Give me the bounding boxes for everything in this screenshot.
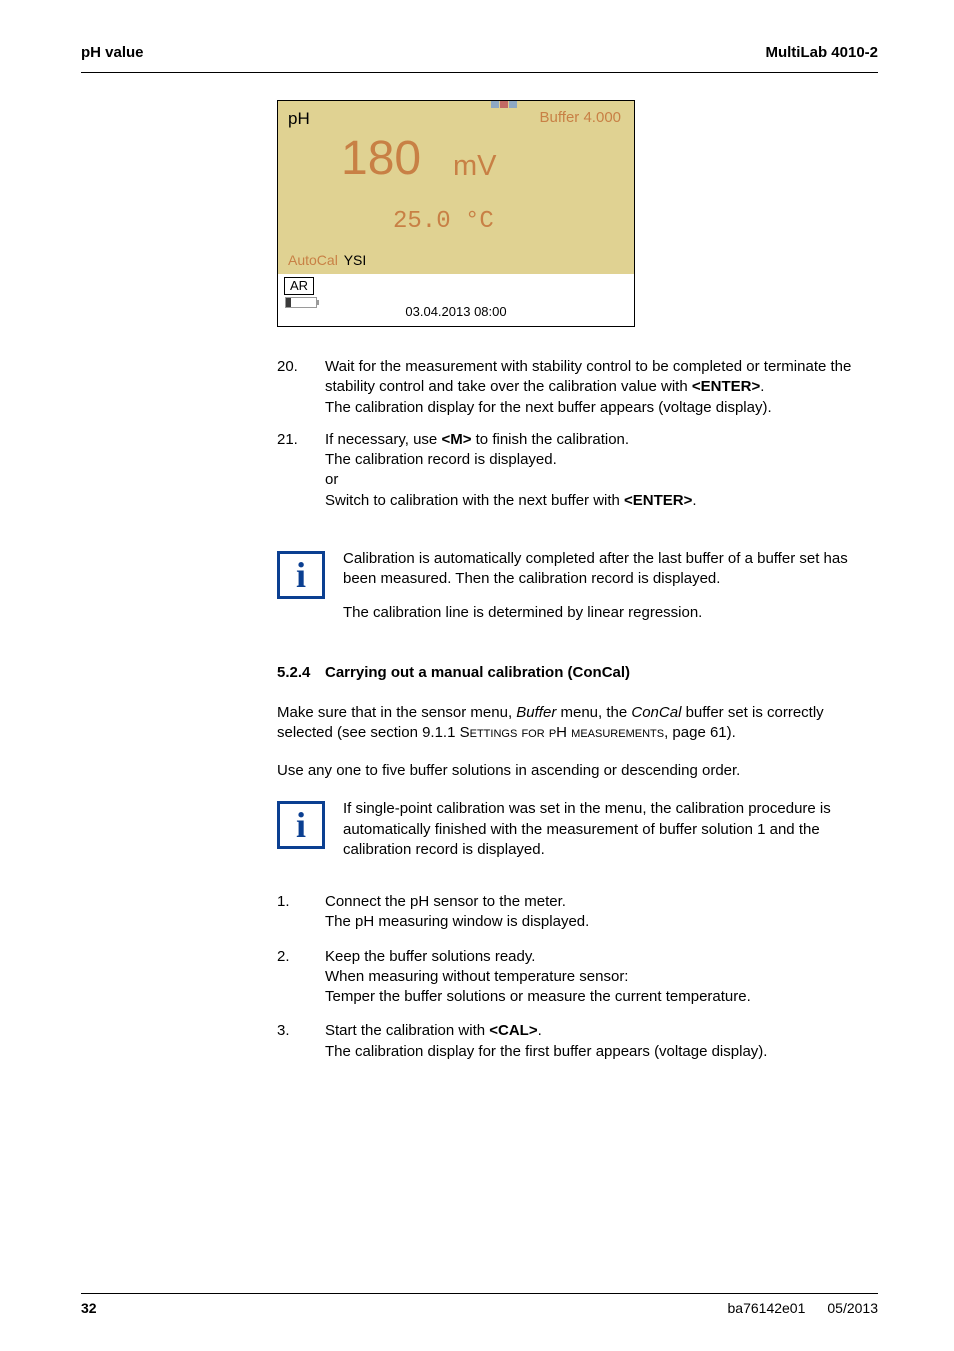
info-para: The calibration line is determined by li…: [343, 603, 878, 623]
info-note-2: i If single-point calibration was set in…: [277, 799, 878, 860]
para-text: Make sure that in the sensor menu,: [277, 704, 516, 721]
list-item-2: 2. Keep the buffer solutions ready. When…: [277, 947, 878, 1008]
step-text: Switch to calibration with the next buff…: [325, 492, 624, 509]
item-text: The calibration display for the first bu…: [325, 1043, 767, 1060]
info-para: If single-point calibration was set in t…: [343, 799, 878, 860]
item-text: When measuring without temperature senso…: [325, 968, 628, 985]
item-body: Start the calibration with <CAL>. The ca…: [325, 1021, 878, 1062]
temperature-value: 25.0 °C: [393, 208, 494, 235]
item-text: Temper the buffer solutions or measure t…: [325, 988, 751, 1005]
step-text: The calibration record is displayed.: [325, 451, 557, 468]
numbered-list: 1. Connect the pH sensor to the meter. T…: [277, 892, 878, 1062]
autocal-label: AutoCal YSI: [288, 252, 366, 268]
section-number: 5.2.4: [277, 664, 325, 681]
section-title: Carrying out a manual calibration (ConCa…: [325, 664, 630, 681]
footer-right: ba76142e01 05/2013: [706, 1300, 878, 1316]
page-header: pH value MultiLab 4010-2: [81, 44, 878, 61]
step-text: If necessary, use: [325, 431, 441, 448]
doc-id: ba76142e01: [728, 1300, 806, 1316]
page-number: 32: [81, 1300, 97, 1316]
item-number: 3.: [277, 1021, 325, 1062]
step-number: 21.: [277, 430, 325, 511]
intro-para-1: Make sure that in the sensor menu, Buffe…: [277, 703, 878, 744]
ysi-text: YSI: [344, 252, 367, 268]
usb-icon-block: [509, 101, 517, 108]
step-text: The calibration display for the next buf…: [325, 399, 772, 416]
step-21: 21. If necessary, use <M> to finish the …: [277, 430, 878, 511]
step-text: to finish the calibration.: [471, 431, 629, 448]
item-text: .: [538, 1022, 542, 1039]
autocal-text: AutoCal: [288, 252, 338, 268]
step-number: 20.: [277, 357, 325, 418]
header-rule: [81, 72, 878, 73]
usb-icon-block: [500, 101, 508, 108]
list-item-3: 3. Start the calibration with <CAL>. The…: [277, 1021, 878, 1062]
step-text: .: [692, 492, 696, 509]
info-note-1: i Calibration is automatically completed…: [277, 549, 878, 624]
item-number: 2.: [277, 947, 325, 1008]
usb-icon-block: [491, 101, 499, 108]
info-text: Calibration is automatically completed a…: [343, 549, 878, 624]
reading-unit: mV: [453, 150, 497, 183]
small-caps-ref: Settings for pH measurements: [460, 724, 664, 741]
info-text: If single-point calibration was set in t…: [343, 799, 878, 860]
item-text: Start the calibration with: [325, 1022, 489, 1039]
item-body: Keep the buffer solutions ready. When me…: [325, 947, 878, 1008]
italic-concal: ConCal: [631, 704, 681, 721]
step-text: or: [325, 471, 338, 488]
para-text: menu, the: [556, 704, 631, 721]
step-text: Wait for the measurement with stability …: [325, 358, 851, 395]
page-footer: 32 ba76142e01 05/2013: [81, 1300, 878, 1316]
content-area: pH Buffer 4.000 180 mV 25.0 °C AutoCal Y…: [277, 100, 878, 1062]
info-para: Calibration is automatically completed a…: [343, 549, 878, 590]
buffer-label: Buffer 4.000: [540, 109, 621, 126]
info-i-glyph: i: [296, 807, 306, 843]
info-i-glyph: i: [296, 557, 306, 593]
header-left: pH value: [81, 44, 144, 61]
item-text: Keep the buffer solutions ready.: [325, 948, 535, 965]
info-icon: i: [277, 801, 325, 849]
ph-label: pH: [288, 109, 310, 129]
key-enter: <ENTER>: [692, 378, 760, 395]
list-item-1: 1. Connect the pH sensor to the meter. T…: [277, 892, 878, 933]
ar-indicator: AR: [284, 277, 314, 295]
key-m: <M>: [441, 431, 471, 448]
italic-buffer: Buffer: [516, 704, 556, 721]
reading-value: 180: [341, 131, 421, 186]
item-number: 1.: [277, 892, 325, 933]
step-20: 20. Wait for the measurement with stabil…: [277, 357, 878, 418]
footer-rule: [81, 1293, 878, 1294]
key-enter: <ENTER>: [624, 492, 692, 509]
device-screen-bottom: AR 03.04.2013 08:00: [278, 274, 634, 326]
item-text: The pH measuring window is displayed.: [325, 913, 589, 930]
usb-icon: [491, 101, 517, 108]
info-icon: i: [277, 551, 325, 599]
item-body: Connect the pH sensor to the meter. The …: [325, 892, 878, 933]
section-heading: 5.2.4 Carrying out a manual calibration …: [277, 664, 878, 681]
step-body: If necessary, use <M> to finish the cali…: [325, 430, 878, 511]
step-body: Wait for the measurement with stability …: [325, 357, 878, 418]
para-text: , page 61).: [664, 724, 736, 741]
device-screen-top: pH Buffer 4.000 180 mV 25.0 °C AutoCal Y…: [278, 101, 634, 274]
screen-timestamp: 03.04.2013 08:00: [278, 304, 634, 319]
header-right: MultiLab 4010-2: [765, 44, 878, 61]
device-screenshot: pH Buffer 4.000 180 mV 25.0 °C AutoCal Y…: [277, 100, 635, 327]
doc-date: 05/2013: [827, 1300, 878, 1316]
item-text: Connect the pH sensor to the meter.: [325, 893, 566, 910]
intro-para-2: Use any one to five buffer solutions in …: [277, 761, 878, 781]
step-text: .: [760, 378, 764, 395]
key-cal: <CAL>: [489, 1022, 537, 1039]
step-list-upper: 20. Wait for the measurement with stabil…: [277, 357, 878, 511]
